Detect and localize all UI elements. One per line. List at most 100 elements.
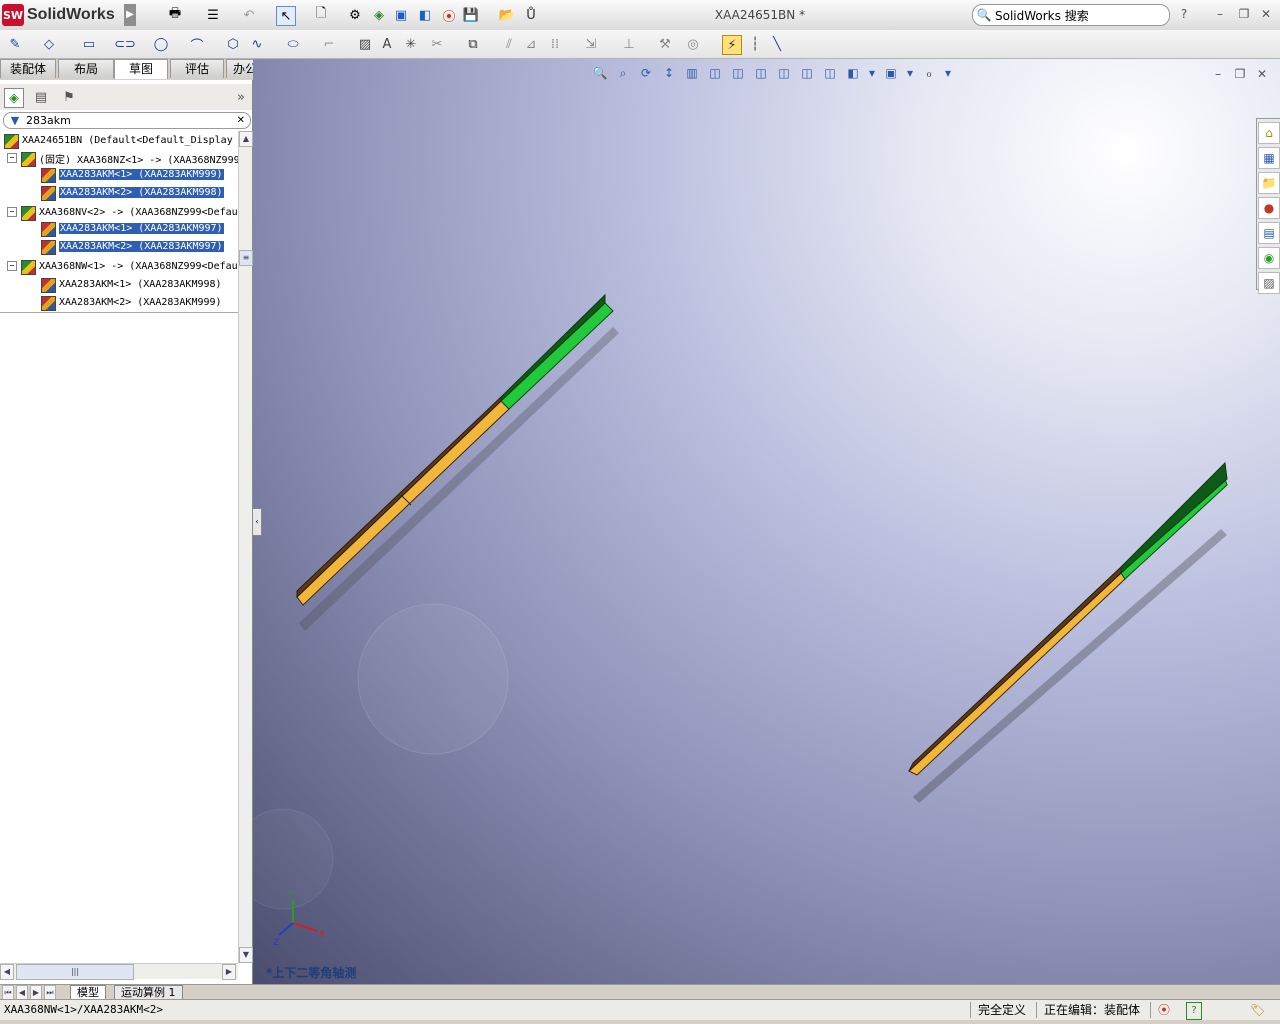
select-pointer-icon[interactable]: ↖ (276, 6, 296, 26)
tab-sketch[interactable]: 草图 (114, 59, 168, 79)
save-icon[interactable]: 💾 (462, 6, 480, 24)
tree-root[interactable]: XAA24651BN (Default<Default_Display (3, 131, 233, 149)
scroll-right-icon[interactable]: ▶ (222, 964, 236, 980)
expand-panel-icon[interactable]: » (232, 88, 250, 106)
tree-item[interactable]: XAA283AKM<1> (XAA283AKM998) (40, 275, 222, 293)
arc-icon[interactable]: ⌒ (188, 35, 206, 54)
quick-snaps-icon[interactable]: ◎ (684, 35, 702, 53)
restore-document-icon[interactable]: ❐ (1232, 66, 1248, 82)
display-style-icon[interactable]: ▣ (392, 6, 410, 24)
collapse-icon[interactable]: − (7, 207, 17, 217)
chevron-down-icon[interactable]: ▾ (904, 64, 916, 82)
scroll-left-icon[interactable]: ◀ (0, 964, 14, 980)
shaded-view-icon[interactable]: ◧ (416, 6, 434, 24)
display-relations-icon[interactable]: ⊥ (620, 35, 638, 53)
open-folder-icon[interactable]: 📂 (498, 6, 516, 24)
tag-icon[interactable]: 🏷 (1250, 1002, 1265, 1018)
minimize-document-icon[interactable]: – (1210, 66, 1226, 82)
panel-collapse-handle[interactable]: ‹ (252, 508, 262, 536)
close-window-icon[interactable]: ✕ (1258, 6, 1274, 22)
close-document-icon[interactable]: ✕ (1254, 66, 1270, 82)
tree-item[interactable]: XAA283AKM<2> (XAA283AKM999) (40, 293, 222, 311)
offset-entities-icon[interactable]: ⫽ (500, 35, 518, 53)
feature-tree-tab-icon[interactable]: ◈ (4, 88, 24, 108)
plane-icon[interactable]: ▨ (356, 35, 374, 53)
text-icon[interactable]: A (378, 35, 396, 53)
tree-item[interactable]: XAA283AKM<1> (XAA283AKM999) (40, 165, 224, 183)
configuration-manager-tab-icon[interactable]: ⚑ (60, 88, 78, 106)
polygon-icon[interactable]: ⬡ (224, 35, 242, 53)
smart-dimension-icon[interactable]: ◇ (40, 35, 58, 53)
front-view-icon[interactable]: ◫ (705, 64, 725, 82)
fillet-icon[interactable]: ⌐ (320, 35, 338, 53)
view-palette-icon[interactable]: ▤ (1258, 222, 1280, 244)
chevron-down-icon[interactable]: ▾ (942, 64, 954, 82)
restore-window-icon[interactable]: ❐ (1236, 6, 1252, 22)
linear-pattern-icon[interactable]: ⁞⁞ (546, 35, 564, 53)
tree-horizontal-scrollbar[interactable]: ◀ ||| ▶ (0, 963, 238, 980)
move-entities-icon[interactable]: ⇲ (582, 35, 600, 53)
custom-properties-icon[interactable]: ▨ (1258, 272, 1280, 294)
point-icon[interactable]: ✳ (402, 35, 420, 53)
pan-icon[interactable]: ↕ (659, 64, 679, 82)
rotate-view-icon[interactable]: ⟳ (636, 64, 656, 82)
angle-beam-upper[interactable] (296, 293, 614, 606)
app-logo[interactable]: SW SolidWorks (2, 3, 115, 27)
line-icon[interactable]: ╲ (768, 35, 786, 53)
collapse-icon[interactable]: − (7, 153, 17, 163)
menu-flyout-arrow-icon[interactable]: ▶ (124, 4, 136, 26)
circle-icon[interactable]: ◯ (152, 35, 170, 53)
zoom-to-area-icon[interactable]: ⌕ (613, 64, 633, 82)
repair-sketch-icon[interactable]: ⚒ (656, 35, 674, 53)
left-view-icon[interactable]: ◫ (751, 64, 771, 82)
hide-show-items-icon[interactable]: ℴ (919, 64, 939, 82)
spline-icon[interactable]: ∿ (248, 35, 266, 53)
scroll-up-icon[interactable]: ▲ (239, 131, 253, 147)
solidworks-resources-icon[interactable]: ● (1258, 197, 1280, 219)
home-icon[interactable]: ⌂ (1258, 122, 1280, 144)
bottom-view-icon[interactable]: ◫ (820, 64, 840, 82)
tree-vertical-scrollbar[interactable]: ▲ ≡ ▼ (238, 131, 253, 963)
rebuild-status-icon[interactable]: ⦿ (1158, 1002, 1170, 1018)
view-orientation-icon[interactable]: ◧ (843, 64, 863, 82)
collapse-icon[interactable]: − (7, 261, 17, 271)
rapid-sketch-icon[interactable]: ⚡ (722, 35, 742, 55)
rectangle-icon[interactable]: ▭ (80, 35, 98, 53)
zoom-to-fit-icon[interactable]: 🔍 (590, 64, 610, 82)
scroll-thumb[interactable]: ≡ (239, 250, 253, 266)
rebuild-icon[interactable]: ⚙ (346, 6, 364, 24)
display-style-icon[interactable]: ▣ (881, 64, 901, 82)
graphics-area[interactable]: Y X Z (253, 59, 1280, 984)
top-view-icon[interactable]: ◫ (797, 64, 817, 82)
slot-icon[interactable]: ⊂⊃ (114, 35, 136, 53)
help-status-icon[interactable]: ? (1186, 1002, 1202, 1020)
sketch-icon[interactable]: ✎ (6, 35, 24, 53)
scroll-thumb[interactable]: ||| (16, 964, 134, 980)
traffic-light-icon[interactable]: ⦿ (440, 6, 458, 25)
help-icon[interactable]: ? (1176, 6, 1192, 22)
search-box[interactable]: 🔍 SolidWorks 搜索 (972, 4, 1170, 26)
tree-item[interactable]: XAA283AKM<1> (XAA283AKM997) (40, 219, 224, 237)
magnet-icon[interactable]: Ů (522, 6, 540, 24)
tree-item[interactable]: XAA283AKM<2> (XAA283AKM998) (40, 183, 224, 201)
tab-assembly[interactable]: 装配体 (0, 59, 56, 78)
ellipse-icon[interactable]: ⬭ (284, 35, 302, 53)
new-document-icon[interactable]: 🗋 (312, 6, 330, 24)
tab-evaluate[interactable]: 评估 (170, 59, 224, 78)
tree-group[interactable]: − XAA368NW<1> -> (XAA368NZ999<Defau (7, 257, 238, 275)
print-icon[interactable]: 🖶 (166, 6, 184, 24)
convert-entities-icon[interactable]: ⧉ (464, 35, 482, 53)
right-view-icon[interactable]: ◫ (774, 64, 794, 82)
scroll-down-icon[interactable]: ▼ (239, 947, 253, 963)
design-library-icon[interactable]: ▦ (1258, 147, 1280, 169)
options-list-icon[interactable]: ☰ (204, 6, 222, 24)
section-view-icon[interactable]: ▥ (682, 64, 702, 82)
angle-beam-lower[interactable] (908, 461, 1228, 776)
tab-layout[interactable]: 布局 (58, 59, 114, 78)
undo-icon[interactable]: ↶ (240, 6, 258, 24)
clear-filter-icon[interactable]: ✕ (237, 115, 245, 126)
file-explorer-icon[interactable]: 📁 (1258, 172, 1280, 194)
tree-filter[interactable]: ▼ 283akm ✕ (3, 112, 251, 129)
property-manager-tab-icon[interactable]: ▤ (32, 88, 50, 106)
minimize-window-icon[interactable]: – (1212, 6, 1228, 22)
